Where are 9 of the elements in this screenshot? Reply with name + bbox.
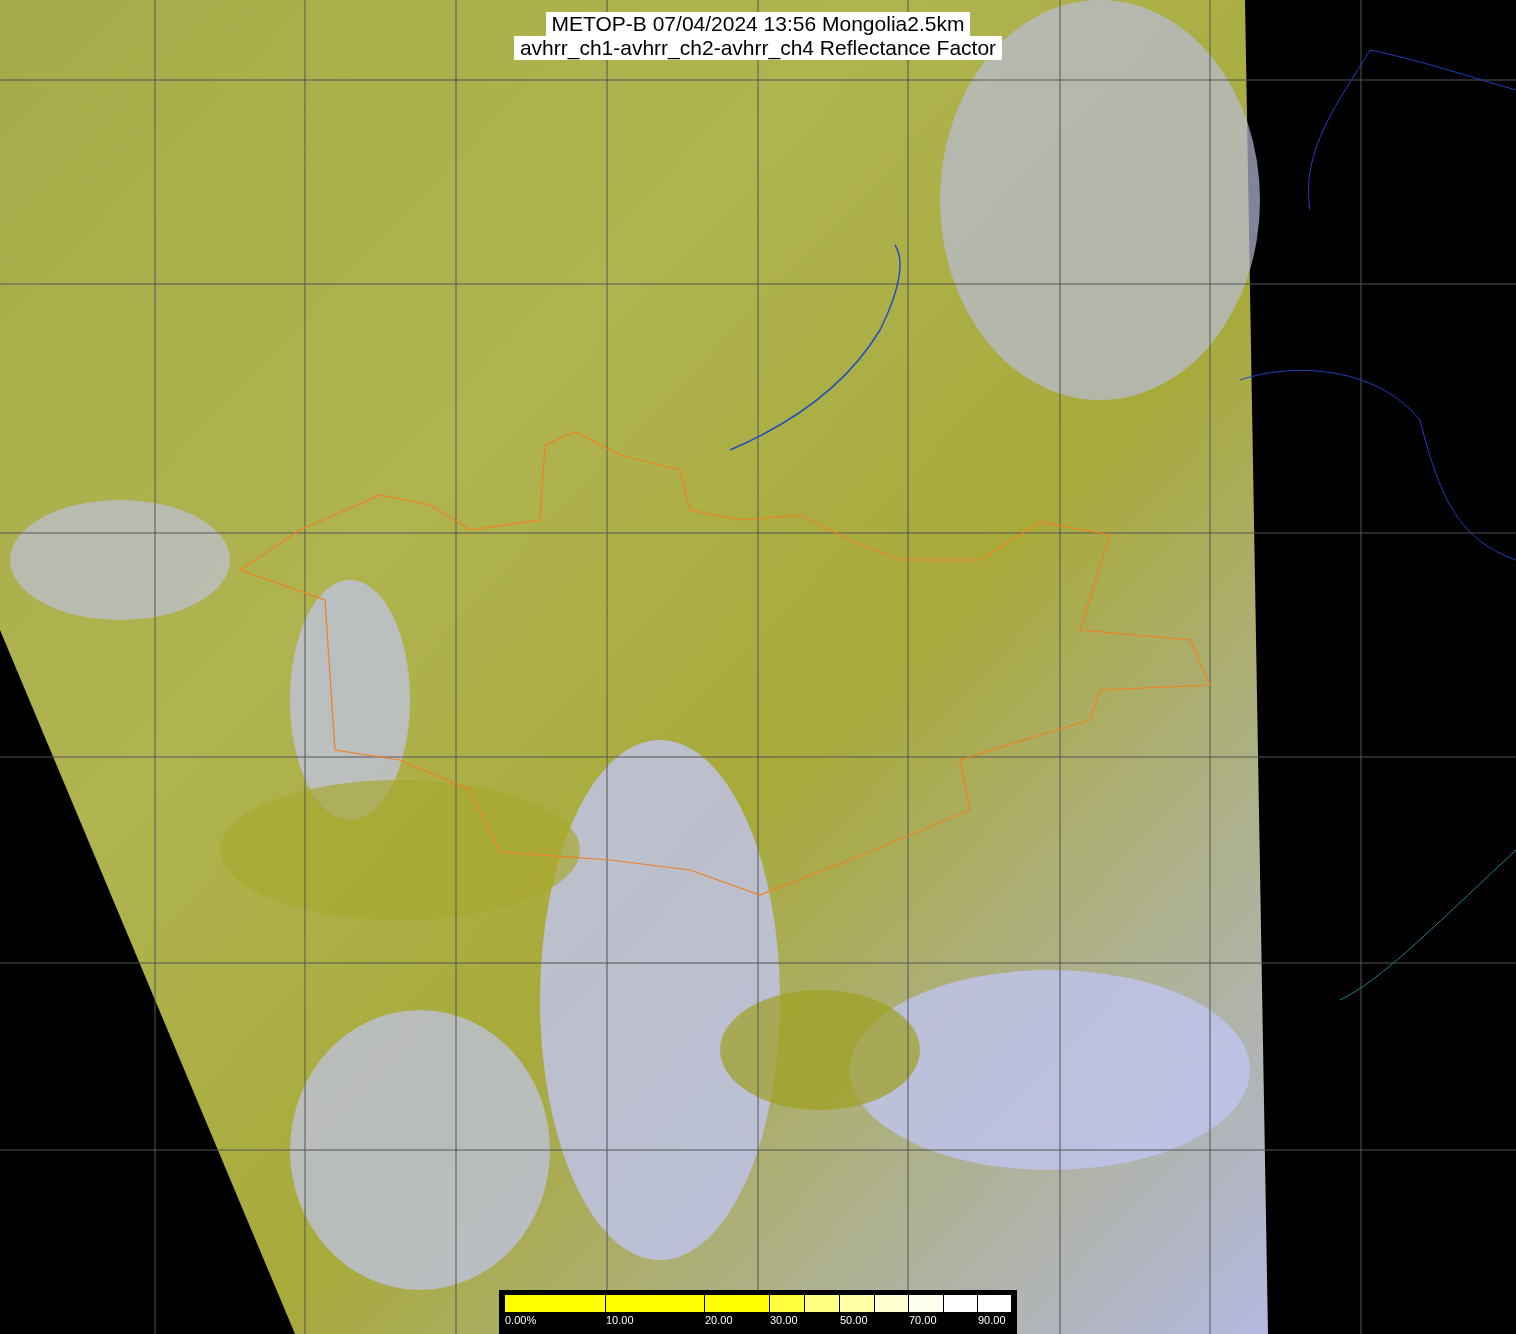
colorbar-label: 10.00 [606,1314,634,1326]
colorbar-label: 20.00 [705,1314,733,1326]
map-title: avhrr_ch1-avhrr_ch2-avhrr_ch4 Reflectance Factor [513,36,1003,60]
colorbar-label: 50.00 [840,1314,868,1326]
colorbar-label: 90.00 [978,1314,1006,1326]
colorbar-label: 0.00% [505,1314,537,1326]
colorbar-label: 30.00 [770,1314,798,1326]
colorbar-label: 70.00 [909,1314,937,1326]
map-title: METOP-B 07/04/2024 13:56 Mongolia2.5km [545,12,971,36]
